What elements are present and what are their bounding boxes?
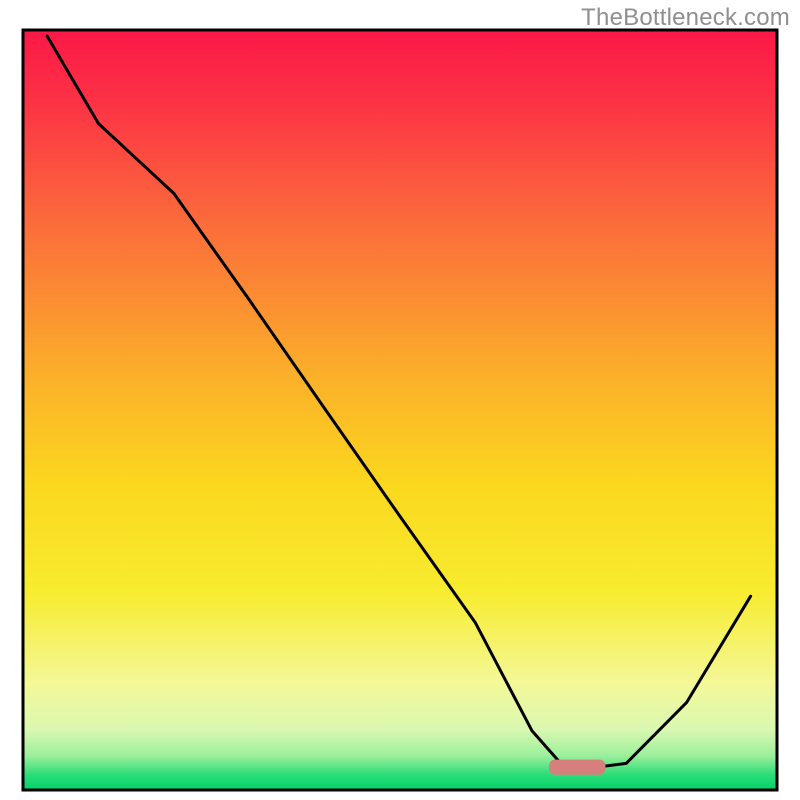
optimal-marker (549, 760, 606, 775)
attribution-label: TheBottleneck.com (581, 4, 790, 32)
chart-container: TheBottleneck.com (0, 0, 800, 800)
plot-background (23, 30, 777, 790)
bottleneck-chart (0, 0, 800, 800)
